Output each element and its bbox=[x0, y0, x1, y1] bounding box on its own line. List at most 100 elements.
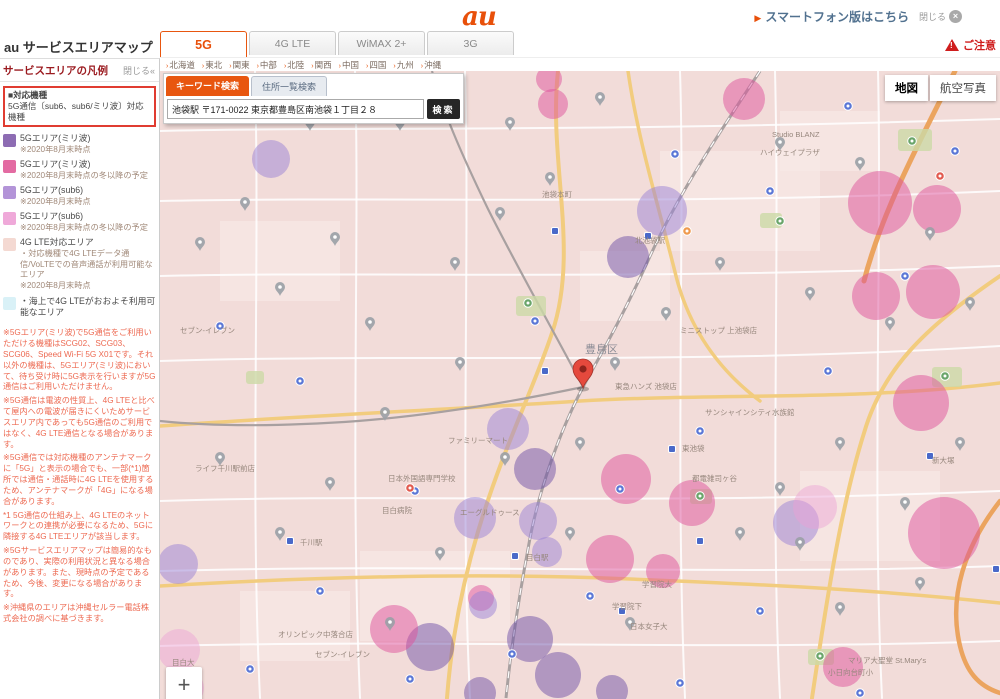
bullet-icon: › bbox=[393, 63, 395, 70]
poi-dot-glyph bbox=[319, 590, 322, 593]
poi-dot-glyph bbox=[619, 488, 622, 491]
legend-note: ※2020年8月末時点の冬以降の予定 bbox=[20, 223, 148, 234]
legend-items: 5Gエリア(ミリ波)※2020年8月末時点 5Gエリア(ミリ波)※2020年8月末… bbox=[0, 131, 159, 318]
poi-dot-glyph bbox=[589, 595, 592, 598]
network-tabs: 5G4G LTEWiMAX 2+3G bbox=[160, 31, 516, 57]
poi-dot-glyph bbox=[779, 220, 782, 223]
coverage-map[interactable]: むかいはら 向原Studio BLANZハイウェイプラザ池袋本町北池袋駅ミニスト… bbox=[160, 71, 1000, 699]
poi-pin-dot bbox=[508, 120, 512, 124]
tab-5g[interactable]: 5G bbox=[160, 31, 247, 57]
poi-pin-icon bbox=[775, 482, 785, 496]
poi-pin-dot bbox=[368, 320, 372, 324]
footnote: ※沖縄県のエリアは沖縄セルラー電話株式会社の調べに基づきます。 bbox=[3, 603, 156, 625]
poi-pin-dot bbox=[858, 160, 862, 164]
poi-pin-icon bbox=[715, 257, 725, 271]
poi-pin-dot bbox=[243, 200, 247, 204]
supported-devices-box: ■対応機種 5G通信〔sub6、sub6/ミリ波〕対応機種 bbox=[3, 86, 156, 127]
search-button[interactable]: 検索 bbox=[427, 99, 460, 119]
legend-collapse-button[interactable]: 閉じる« bbox=[123, 64, 155, 77]
bullet-icon: › bbox=[311, 63, 313, 70]
search-input[interactable] bbox=[167, 99, 424, 119]
search-result-pin[interactable] bbox=[573, 359, 593, 388]
map-label: 新大塚 bbox=[932, 455, 955, 465]
poi-dot-glyph bbox=[699, 495, 702, 498]
bullet-icon: › bbox=[229, 63, 231, 70]
coverage-circle-5g-milliwave-planned bbox=[908, 497, 980, 569]
tab-4g-lte[interactable]: 4G LTE bbox=[249, 31, 336, 55]
coverage-circle-5g-milliwave-current bbox=[596, 675, 628, 699]
smartphone-version-link[interactable]: ▶スマートフォン版はこちら bbox=[754, 8, 909, 25]
poi-pin-dot bbox=[598, 95, 602, 99]
map-label: 小日向台町小 bbox=[828, 667, 873, 677]
bullet-icon: › bbox=[421, 63, 423, 70]
bullet-icon: › bbox=[339, 63, 341, 70]
bullet-icon: › bbox=[366, 63, 368, 70]
road bbox=[160, 346, 1000, 361]
legend-note: ※2020年8月末時点 bbox=[20, 145, 91, 156]
region-link[interactable]: ›関東 bbox=[229, 59, 249, 71]
park bbox=[246, 371, 264, 384]
map-label: 池袋本町 bbox=[542, 189, 572, 199]
map-label: 学習院大 bbox=[642, 579, 672, 589]
tab-3g[interactable]: 3G bbox=[427, 31, 514, 55]
poi-pin-dot bbox=[548, 175, 552, 179]
coverage-circle-5g-milliwave-planned bbox=[723, 78, 765, 120]
legend-swatch bbox=[3, 160, 16, 173]
poi-pin-icon bbox=[915, 577, 925, 591]
poi-pin-icon bbox=[325, 477, 335, 491]
notice-link[interactable]: ご注意 bbox=[945, 37, 1000, 53]
poi-dot-glyph bbox=[759, 610, 762, 613]
legend-item: 5Gエリア(ミリ波)※2020年8月末時点の冬以降の予定 bbox=[3, 159, 156, 181]
poi-pin-dot bbox=[453, 260, 457, 264]
keyword-search-tab[interactable]: キーワード検索 bbox=[166, 76, 249, 96]
map-view-button[interactable]: 地図 bbox=[885, 75, 928, 101]
region-link[interactable]: ›東北 bbox=[202, 59, 222, 71]
address-list-search-tab[interactable]: 住所一覧検索 bbox=[251, 76, 327, 96]
footnote: *1 5G通信の仕組み上、4G LTEのネットワークとの連携が必要になるため、5… bbox=[3, 511, 156, 543]
zoom-in-button[interactable]: + bbox=[166, 667, 202, 699]
region-link[interactable]: ›九州 bbox=[393, 59, 413, 71]
region-link[interactable]: ›沖縄 bbox=[421, 59, 441, 71]
satellite-view-button[interactable]: 航空写真 bbox=[930, 75, 996, 101]
region-link[interactable]: ›北海道 bbox=[166, 59, 195, 71]
map-canvas: むかいはら 向原Studio BLANZハイウェイプラザ池袋本町北池袋駅ミニスト… bbox=[160, 71, 1000, 699]
poi-pin-dot bbox=[383, 410, 387, 414]
region-link[interactable]: ›中国 bbox=[339, 59, 359, 71]
poi-pin-dot bbox=[928, 230, 932, 234]
poi-pin-dot bbox=[798, 540, 802, 544]
poi-dot-glyph bbox=[911, 140, 914, 143]
tab-wimax-2+[interactable]: WiMAX 2+ bbox=[338, 31, 425, 55]
region-link[interactable]: ›四国 bbox=[366, 59, 386, 71]
bullet-icon: › bbox=[284, 63, 286, 70]
legend-note: ・対応機種で4G LTEデータ通信/VoLTEでの音声通話が利用可能なエリア bbox=[20, 249, 156, 281]
device-box-line1: ■対応機種 bbox=[8, 90, 151, 101]
coverage-circle-5g-milliwave-planned bbox=[848, 171, 912, 235]
poi-pin-dot bbox=[278, 285, 282, 289]
map-label: 東池袋 bbox=[682, 443, 705, 453]
region-link[interactable]: ›関西 bbox=[311, 59, 331, 71]
coverage-circle-5g-sub6-current bbox=[454, 497, 496, 539]
au-service-area-map-page: au ▶スマートフォン版はこちら 閉じる × au サービスエリアマップ 5G4… bbox=[0, 0, 1000, 699]
poi-dot-glyph bbox=[769, 190, 772, 193]
poi-pin-dot bbox=[838, 440, 842, 444]
region-link[interactable]: ›中部 bbox=[257, 59, 277, 71]
poi-pin-icon bbox=[275, 527, 285, 541]
poi-pin-dot bbox=[328, 480, 332, 484]
coverage-circle-5g-milliwave-planned bbox=[906, 265, 960, 319]
legend-label: 5Gエリア(ミリ波) bbox=[20, 133, 91, 144]
coverage-circle-5g-sub6-planned bbox=[793, 485, 837, 529]
poi-pin-icon bbox=[240, 197, 250, 211]
poi-pin-dot bbox=[198, 240, 202, 244]
poi-pin-dot bbox=[808, 290, 812, 294]
au-logo: au bbox=[462, 2, 496, 32]
coverage-circle-5g-sub6-current bbox=[252, 140, 290, 178]
footnote: ※5Gサービスエリアマップは簡易的なものであり、実際の利用状況と異なる場合があり… bbox=[3, 546, 156, 600]
map-label: Studio BLANZ bbox=[772, 130, 820, 139]
poi-pin-icon bbox=[565, 527, 575, 541]
header-close-button[interactable]: 閉じる × bbox=[919, 10, 962, 23]
region-link[interactable]: ›北陸 bbox=[284, 59, 304, 71]
poi-pin-dot bbox=[458, 360, 462, 364]
station-icon bbox=[669, 446, 676, 453]
legend-swatch bbox=[3, 297, 16, 310]
map-label: 北池袋駅 bbox=[635, 235, 665, 245]
